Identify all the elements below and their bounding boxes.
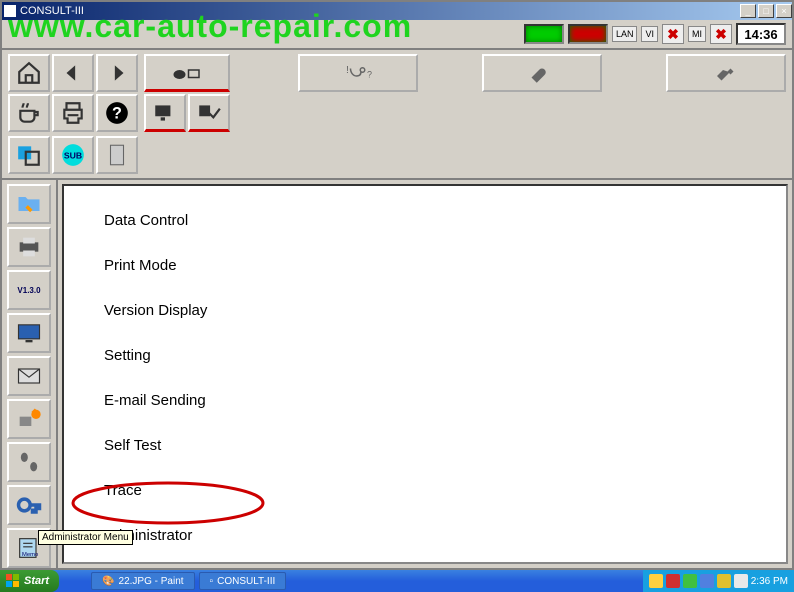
- menu-item-email-sending[interactable]: E-mail Sending: [104, 378, 786, 423]
- email-button[interactable]: [7, 356, 51, 396]
- tray-icon-3[interactable]: [683, 574, 697, 588]
- paint-task-label: 22.JPG - Paint: [119, 576, 184, 587]
- trace-button[interactable]: [7, 442, 51, 482]
- home-button[interactable]: [8, 54, 50, 92]
- left-sidebar: V1.3.0 Memo: [2, 180, 58, 568]
- monitor-setting-icon: [14, 319, 44, 347]
- status-led-green[interactable]: [524, 24, 564, 44]
- menu-item-data-control[interactable]: Data Control: [104, 198, 786, 243]
- minimize-button[interactable]: _: [740, 4, 756, 18]
- taskbar-item-paint[interactable]: 🎨 22.JPG - Paint: [91, 572, 194, 590]
- paint-task-icon: 🎨: [102, 576, 114, 587]
- close-button[interactable]: ×: [776, 4, 792, 18]
- window-mode-button[interactable]: [8, 136, 50, 174]
- mi-disconnect-icon[interactable]: ✖: [710, 24, 732, 44]
- svg-text:SUB: SUB: [64, 150, 82, 160]
- coffee-icon: [14, 100, 44, 126]
- tray-icon-4[interactable]: [700, 574, 714, 588]
- document-button[interactable]: [96, 136, 138, 174]
- status-led-red[interactable]: [568, 24, 608, 44]
- main-toolbar: ? !?: [2, 50, 792, 136]
- printer-small-icon: [14, 233, 44, 261]
- mouse-connect-icon: [172, 60, 202, 86]
- diagnosis-button[interactable]: !?: [298, 54, 418, 92]
- data-control-button[interactable]: [7, 184, 51, 224]
- mi-indicator: MI: [688, 26, 706, 42]
- stethoscope-icon: !?: [343, 60, 373, 86]
- version-label: V1.3.0: [17, 286, 40, 295]
- tray-icon-5[interactable]: [717, 574, 731, 588]
- system-tray[interactable]: 2:36 PM: [643, 570, 794, 592]
- window-title: CONSULT-III: [20, 5, 84, 17]
- consult-task-label: CONSULT-III: [217, 576, 275, 587]
- arrow-right-icon: [102, 60, 132, 86]
- tray-icon-6[interactable]: [734, 574, 748, 588]
- svg-text:?: ?: [367, 70, 372, 80]
- question-icon: ?: [102, 100, 132, 126]
- screen-button[interactable]: [144, 94, 186, 132]
- vi-indicator: VI: [641, 26, 658, 42]
- taskbar: Start 🎨 22.JPG - Paint ▫ CONSULT-III 2:3…: [0, 570, 794, 592]
- taskbar-item-consult[interactable]: ▫ CONSULT-III: [199, 572, 287, 590]
- hammer-icon: [711, 60, 741, 86]
- start-label: Start: [24, 575, 49, 587]
- tray-clock: 2:36 PM: [751, 576, 788, 587]
- content-area: V1.3.0 Memo Data Control Print Mo: [2, 180, 792, 568]
- tooltip: Administrator Menu: [38, 530, 133, 545]
- version-button[interactable]: V1.3.0: [7, 270, 51, 310]
- selftest-button[interactable]: [7, 399, 51, 439]
- svg-text:Memo: Memo: [22, 552, 38, 558]
- connect-button[interactable]: [144, 54, 230, 92]
- break-button[interactable]: [8, 94, 50, 132]
- start-button[interactable]: Start: [0, 570, 59, 592]
- menu-item-self-test[interactable]: Self Test: [104, 423, 786, 468]
- windows-icon: [14, 142, 44, 168]
- windows-logo-icon: [6, 574, 20, 588]
- check-button[interactable]: [188, 94, 230, 132]
- titlebar: CONSULT-III _ □ ×: [2, 2, 792, 20]
- menu-item-setting[interactable]: Setting: [104, 333, 786, 378]
- admin-button[interactable]: [7, 485, 51, 525]
- selftest-icon: [14, 405, 44, 433]
- menu-item-memo[interactable]: Memo: [104, 558, 786, 568]
- envelope-icon: [14, 362, 44, 390]
- lan-indicator: LAN: [612, 26, 638, 42]
- app-window: CONSULT-III _ □ × LAN VI ✖ MI ✖ 14:36: [0, 0, 794, 570]
- menu-panel: Data Control Print Mode Version Display …: [62, 184, 788, 564]
- sub-icon: SUB: [58, 142, 88, 168]
- print-button[interactable]: [52, 94, 94, 132]
- menu-item-version-display[interactable]: Version Display: [104, 288, 786, 333]
- back-button[interactable]: [52, 54, 94, 92]
- menu-item-administrator[interactable]: Administrator: [104, 513, 786, 558]
- footprints-icon: [14, 448, 44, 476]
- menu-item-trace[interactable]: Trace: [104, 468, 786, 513]
- check-icon: [194, 100, 224, 126]
- monitor-icon: [150, 100, 180, 126]
- app-icon: [4, 5, 16, 17]
- print-mode-button[interactable]: [7, 227, 51, 267]
- tray-icon-1[interactable]: [649, 574, 663, 588]
- vi-disconnect-icon[interactable]: ✖: [662, 24, 684, 44]
- svg-text:!: !: [346, 64, 349, 76]
- forward-button[interactable]: [96, 54, 138, 92]
- folder-hand-icon: [14, 190, 44, 218]
- page-icon: [102, 142, 132, 168]
- svg-text:?: ?: [112, 104, 122, 122]
- wrench-icon: [527, 60, 557, 86]
- clock-display: 14:36: [736, 23, 786, 45]
- arrow-left-icon: [58, 60, 88, 86]
- menu-item-print-mode[interactable]: Print Mode: [104, 243, 786, 288]
- printer-icon: [58, 100, 88, 126]
- key-icon: [14, 491, 44, 519]
- repair-button[interactable]: [482, 54, 602, 92]
- tray-icon-2[interactable]: [666, 574, 680, 588]
- maximize-button[interactable]: □: [758, 4, 774, 18]
- tools-button[interactable]: [666, 54, 786, 92]
- sub-button[interactable]: SUB: [52, 136, 94, 174]
- status-bar: LAN VI ✖ MI ✖ 14:36: [2, 20, 792, 50]
- help-button[interactable]: ?: [96, 94, 138, 132]
- home-icon: [14, 60, 44, 86]
- setting-button[interactable]: [7, 313, 51, 353]
- consult-task-icon: ▫: [210, 576, 214, 587]
